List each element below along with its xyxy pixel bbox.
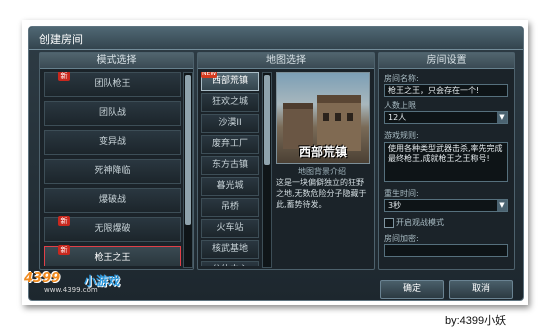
room-password-input[interactable] — [384, 244, 508, 257]
map-intro-text: 这是一块偏僻独立的狂野之地,无数危险分子隐藏于此,蓄势待发。 — [276, 178, 367, 209]
map-item-label: 西部荒镇 — [211, 76, 248, 86]
new-badge: 新 — [58, 245, 70, 255]
new-badge: 新 — [58, 72, 70, 81]
map-item-label: 东方古镇 — [211, 160, 248, 170]
cancel-button[interactable]: 取消 — [449, 280, 513, 299]
map-preview-title: 西部荒镇 — [298, 145, 347, 159]
mode-scroll-thumb[interactable] — [185, 75, 191, 225]
spectate-checkbox[interactable] — [384, 218, 394, 228]
game-rules-text: 使用各种类型武器击杀,率先完成最终枪王,成就枪王之王称号! — [384, 142, 508, 182]
mode-item[interactable]: 新枪王之王 — [44, 245, 181, 266]
mode-item-label: 团队战 — [98, 108, 126, 118]
mode-item-label: 爆破战 — [98, 195, 126, 205]
map-item-label: 火车站 — [216, 223, 244, 233]
game-screenshot: 创建房间 模式选择 新团队枪王团队战变异战死神降临爆破战新无限爆破新枪王之王特殊… — [22, 20, 528, 305]
mode-list: 新团队枪王团队战变异战死神降临爆破战新无限爆破新枪王之王特殊战 — [44, 72, 181, 266]
map-item[interactable]: 狂欢之城 — [201, 93, 259, 112]
mode-item[interactable]: 新团队枪王 — [44, 72, 181, 97]
mode-item-label: 变异战 — [98, 137, 126, 147]
brand-url: www.4399.com — [44, 286, 98, 294]
map-item-label: 废弃工厂 — [211, 139, 248, 149]
room-settings-panel: 房间设置 房间名称: 枪王之王，只会存在一个! 人数上限 12人 ▼ 游戏规则:… — [378, 52, 515, 270]
map-item[interactable]: 暮光城 — [201, 177, 259, 196]
mode-panel-header: 模式选择 — [40, 53, 193, 69]
room-name-label: 房间名称: — [384, 74, 419, 83]
mode-scrollbar[interactable] — [183, 72, 193, 268]
map-intro-header: 地图背景介绍 — [298, 167, 346, 176]
brand-logo: 4399 — [24, 271, 61, 286]
map-item[interactable]: 沙漠II — [201, 114, 259, 133]
create-room-dialog: 创建房间 模式选择 新团队枪王团队战变异战死神降临爆破战新无限爆破新枪王之王特殊… — [28, 26, 524, 301]
mode-item[interactable]: 新无限爆破 — [44, 216, 181, 242]
window-shape — [323, 113, 329, 121]
map-item[interactable]: 火车站 — [201, 219, 259, 238]
mode-item[interactable]: 团队战 — [44, 101, 181, 126]
max-players-value: 12人 — [388, 113, 407, 122]
author-byline: by:4399小妖 — [445, 315, 507, 327]
map-item[interactable]: 吊桥 — [201, 198, 259, 217]
new-badge: 新 — [58, 216, 70, 226]
map-item-label: 狂欢之城 — [211, 97, 248, 107]
respawn-time-select[interactable]: 3秒 ▼ — [384, 199, 508, 212]
mode-item-label: 死神降临 — [94, 166, 131, 176]
map-scroll-thumb[interactable] — [264, 75, 270, 165]
window-shape — [347, 113, 353, 121]
map-item-label: 分体中心 — [212, 265, 248, 266]
mode-item[interactable]: 死神降临 — [44, 159, 181, 184]
new-map-badge: NEW — [201, 72, 218, 78]
map-panel-header: 地图选择 — [198, 53, 374, 69]
window-shape — [335, 113, 341, 121]
confirm-button[interactable]: 确定 — [380, 280, 444, 299]
map-preview-image: 西部荒镇 — [276, 72, 370, 164]
room-name-input[interactable]: 枪王之王，只会存在一个! — [384, 84, 508, 97]
map-item[interactable]: 东方古镇 — [201, 156, 259, 175]
map-item-label: 暮光城 — [216, 181, 244, 191]
mode-item[interactable]: 爆破战 — [44, 188, 181, 213]
game-rules-label: 游戏规则: — [384, 131, 419, 140]
map-item[interactable]: 核武基地 — [201, 240, 259, 259]
chevron-down-icon[interactable]: ▼ — [497, 200, 507, 211]
chevron-down-icon[interactable]: ▼ — [497, 112, 507, 123]
mode-select-panel: 模式选择 新团队枪王团队战变异战死神降临爆破战新无限爆破新枪王之王特殊战 — [39, 52, 194, 270]
spectate-label: 开启观战模式 — [396, 218, 444, 227]
map-item-label: 沙漠II — [218, 118, 242, 128]
dialog-titlebar: 创建房间 — [29, 27, 523, 50]
map-select-panel: 地图选择 NEW 西部荒镇 狂欢之城 沙漠II 废弃工厂 东方古镇 暮光城 吊桥 火车站 核武基地… — [197, 52, 375, 270]
map-scrollbar[interactable] — [262, 72, 272, 268]
map-item-label: 核武基地 — [211, 244, 248, 254]
map-item[interactable]: 分体中心 — [201, 261, 259, 266]
room-password-label: 房间加密: — [384, 234, 419, 243]
respawn-time-label: 重生时间: — [384, 189, 419, 198]
map-list: NEW西部荒镇狂欢之城沙漠II 废弃工厂东方古镇暮光城吊桥火车站核武基地分体中心 — [201, 72, 259, 266]
mode-item[interactable]: 变异战 — [44, 130, 181, 155]
mode-item-label: 团队枪王 — [94, 79, 131, 89]
mode-item-label: 枪王之王 — [94, 253, 131, 263]
max-players-select[interactable]: 12人 ▼ — [384, 111, 508, 124]
respawn-time-value: 3秒 — [388, 201, 402, 210]
map-item-label: 吊桥 — [220, 202, 239, 212]
mode-item-label: 无限爆破 — [94, 224, 131, 234]
max-players-label: 人数上限 — [384, 101, 416, 110]
dialog-title: 创建房间 — [39, 33, 83, 46]
settings-panel-header: 房间设置 — [379, 53, 514, 69]
map-item[interactable]: 废弃工厂 — [201, 135, 259, 154]
map-item[interactable]: NEW 西部荒镇 — [201, 72, 259, 91]
